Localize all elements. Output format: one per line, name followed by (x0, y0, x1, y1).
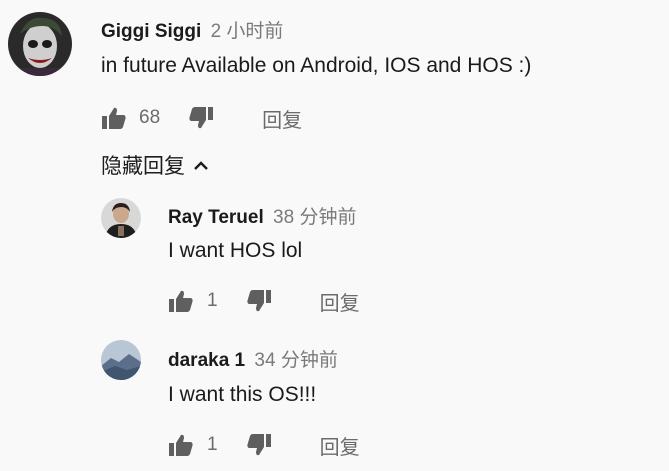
timestamp[interactable]: 2 小时前 (211, 21, 284, 42)
reply-text: I want HOS lol (168, 239, 303, 262)
reply-meta: Ray Teruel 38 分钟前 (168, 202, 356, 229)
avatar[interactable] (8, 12, 72, 76)
dislike-icon[interactable] (246, 289, 272, 313)
reply-button[interactable]: 回复 (320, 287, 360, 316)
avatar[interactable] (101, 198, 141, 238)
timestamp[interactable]: 38 分钟前 (273, 207, 356, 228)
like-icon[interactable] (101, 106, 127, 130)
author-name[interactable]: daraka 1 (168, 350, 245, 371)
like-icon[interactable] (168, 289, 194, 313)
joker-avatar-icon (8, 12, 72, 76)
reply-meta: daraka 1 34 分钟前 (168, 345, 338, 372)
dislike-icon[interactable] (246, 433, 272, 457)
comment-actions: 68 回复 (101, 104, 302, 133)
timestamp[interactable]: 34 分钟前 (254, 350, 337, 371)
reply-actions: 1 回复 (168, 431, 360, 460)
chevron-up-icon (193, 160, 209, 170)
dislike-icon[interactable] (188, 106, 214, 130)
reply-button[interactable]: 回复 (320, 431, 360, 460)
like-icon[interactable] (168, 433, 194, 457)
person-avatar-icon (101, 198, 141, 238)
landscape-avatar-icon (101, 340, 141, 380)
comment-thread: Giggi Siggi 2 小时前 in future Available on… (0, 0, 669, 140)
reply-text: I want this OS!!! (168, 383, 317, 406)
hide-replies-toggle[interactable]: 隐藏回复 (101, 150, 209, 180)
reply: Ray Teruel 38 分钟前 I want HOS lol 1 回复 (0, 190, 669, 320)
author-name[interactable]: Giggi Siggi (101, 21, 201, 42)
reply-actions: 1 回复 (168, 287, 360, 316)
reply-button[interactable]: 回复 (262, 104, 302, 133)
reply: daraka 1 34 分钟前 I want this OS!!! 1 回复 (0, 335, 669, 465)
author-name[interactable]: Ray Teruel (168, 207, 264, 228)
like-count: 1 (207, 290, 218, 311)
hide-replies-label: 隐藏回复 (101, 155, 185, 178)
like-count: 68 (139, 107, 161, 128)
comment-meta: Giggi Siggi 2 小时前 (101, 16, 283, 43)
comment-text: in future Available on Android, IOS and … (101, 54, 532, 77)
like-count: 1 (207, 434, 218, 455)
avatar[interactable] (101, 340, 141, 380)
